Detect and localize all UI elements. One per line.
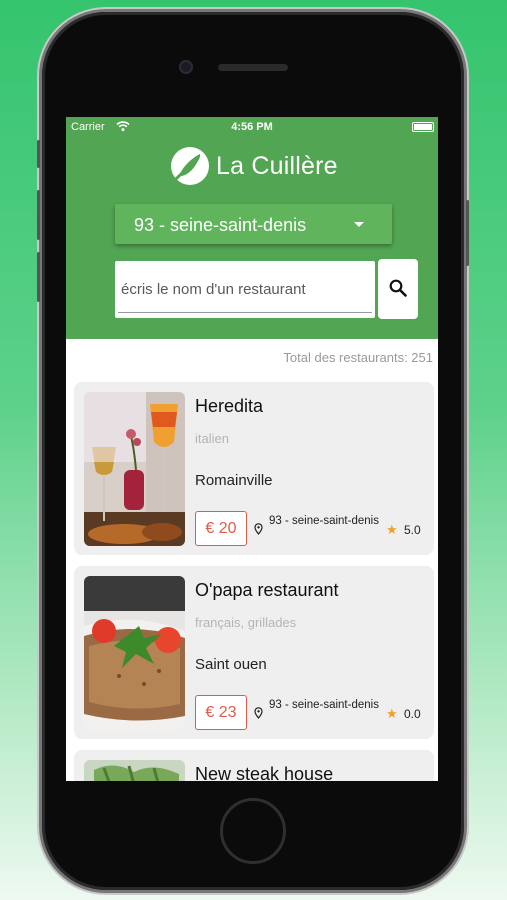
volume-up-button <box>37 190 40 240</box>
restaurant-card[interactable]: New steak house <box>74 750 434 781</box>
status-time: 4:56 PM <box>231 121 273 133</box>
restaurant-photo <box>84 392 185 546</box>
front-camera <box>179 60 193 74</box>
earpiece-speaker <box>218 64 288 71</box>
restaurant-photo <box>84 760 185 781</box>
restaurant-cuisine: italien <box>195 431 229 446</box>
restaurant-cuisine: français, grillades <box>195 615 297 630</box>
restaurant-rating: 0.0 <box>404 707 421 721</box>
battery-icon <box>412 122 434 132</box>
status-bar: Carrier 4:56 PM <box>66 120 438 136</box>
search-underline <box>118 312 372 313</box>
power-button <box>466 200 469 266</box>
restaurant-location: 93 - seine-saint-denis <box>269 515 379 527</box>
restaurant-photo <box>84 576 185 730</box>
search-icon <box>389 279 407 297</box>
restaurant-city: Romainville <box>195 472 273 489</box>
restaurant-name: Heredita <box>195 396 264 416</box>
star-icon: ★ <box>386 522 398 537</box>
restaurant-location: 93 - seine-saint-denis <box>269 699 379 711</box>
search-button[interactable] <box>378 259 418 319</box>
caret-down-icon <box>354 222 364 227</box>
restaurant-price-badge: € 20 <box>195 511 247 546</box>
volume-down-button <box>37 252 40 302</box>
restaurant-price-badge: € 23 <box>195 695 247 730</box>
map-pin-icon <box>254 523 263 535</box>
search-field <box>115 261 375 318</box>
app-screen: Carrier 4:56 PM La Cuillère 93 - seine-s… <box>66 117 438 781</box>
restaurant-name: O'papa restaurant <box>195 580 339 600</box>
restaurant-card[interactable]: Heredita italien Romainville € 20 93 - s… <box>74 382 434 555</box>
search-input[interactable] <box>115 261 375 318</box>
restaurant-name: New steak house <box>195 764 334 781</box>
home-button[interactable] <box>220 798 286 864</box>
restaurant-rating: 5.0 <box>404 523 421 537</box>
restaurant-city: Saint ouen <box>195 656 267 673</box>
app-header: Carrier 4:56 PM La Cuillère 93 - seine-s… <box>66 117 438 339</box>
star-icon: ★ <box>386 706 398 721</box>
department-dropdown[interactable]: 93 - seine-saint-denis <box>115 204 392 244</box>
mute-switch <box>37 140 40 168</box>
department-selected-value: 93 - seine-saint-denis <box>134 215 307 235</box>
app-title: La Cuillère <box>216 152 338 180</box>
spoon-logo-icon <box>171 147 209 185</box>
restaurant-total: Total des restaurants: 251 <box>283 350 433 365</box>
restaurant-card[interactable]: O'papa restaurant français, grillades Sa… <box>74 566 434 739</box>
map-pin-icon <box>254 707 263 719</box>
